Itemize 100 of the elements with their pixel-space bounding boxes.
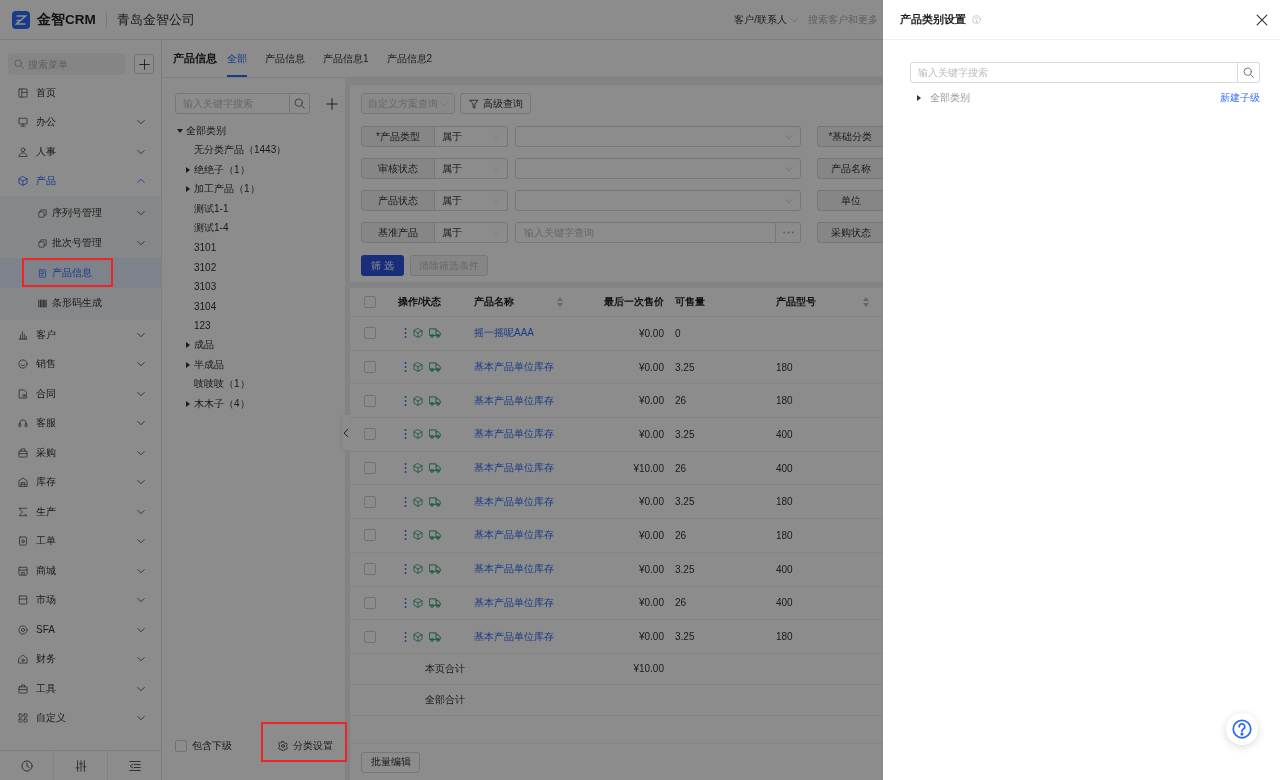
tree-node[interactable]: 木木子（4） <box>185 396 250 411</box>
sidebar-item[interactable]: 销售 <box>0 349 161 379</box>
close-button[interactable] <box>1255 12 1269 27</box>
sidebar-item[interactable]: 工具 <box>0 674 161 704</box>
tab[interactable]: 产品信息2 <box>386 40 433 77</box>
sidebar-item[interactable]: 库存 <box>0 467 161 497</box>
truck-icon[interactable] <box>429 395 441 406</box>
more-vertical-icon[interactable] <box>404 463 407 474</box>
product-link[interactable]: 基本产品单位库存 <box>474 529 554 541</box>
checkbox[interactable] <box>364 630 376 643</box>
search-button[interactable] <box>1238 62 1260 83</box>
more-vertical-icon[interactable] <box>404 564 407 575</box>
category-settings-button[interactable]: 分类设置 <box>274 735 337 757</box>
caret-down-icon[interactable] <box>177 127 183 134</box>
more-vertical-icon[interactable] <box>404 328 407 339</box>
indent-icon[interactable] <box>128 759 141 772</box>
sidebar-item[interactable]: 商城 <box>0 556 161 586</box>
cube-icon[interactable] <box>413 463 423 474</box>
cube-icon[interactable] <box>413 429 423 440</box>
caret-right-icon[interactable] <box>185 361 191 368</box>
cube-icon[interactable] <box>413 395 423 406</box>
tree-node[interactable]: 全部类别 <box>177 123 226 138</box>
truck-icon[interactable] <box>429 530 441 541</box>
sidebar-item[interactable]: 办公 <box>0 107 161 137</box>
checkbox[interactable] <box>175 740 187 752</box>
batch-edit-button[interactable]: 批量编辑 <box>361 751 420 773</box>
operator-select[interactable]: 属于 <box>435 126 508 147</box>
add-button[interactable] <box>134 54 154 74</box>
caret-right-icon[interactable] <box>185 166 191 173</box>
more-vertical-icon[interactable] <box>404 597 407 608</box>
cube-icon[interactable] <box>413 530 423 541</box>
cube-icon[interactable] <box>413 564 423 575</box>
truck-icon[interactable] <box>429 564 441 575</box>
tree-node[interactable]: 成品 <box>185 338 214 353</box>
operator-select[interactable]: 属于 <box>435 222 508 243</box>
sidebar-item[interactable]: 采购 <box>0 438 161 468</box>
search-button[interactable] <box>290 93 310 114</box>
product-link[interactable]: 基本产品单位库存 <box>474 361 554 373</box>
tree-node[interactable]: 3104 <box>194 300 217 312</box>
checkbox[interactable] <box>364 394 376 407</box>
checkbox[interactable] <box>364 327 376 340</box>
tab[interactable]: 产品信息1 <box>323 40 369 77</box>
checkbox[interactable] <box>364 361 376 374</box>
add-child-link[interactable]: 新建子级 <box>1220 91 1260 105</box>
tree-node[interactable]: 123 <box>194 320 211 332</box>
sidebar-item[interactable]: 生产 <box>0 497 161 527</box>
column-header[interactable]: 操作/状态 <box>398 295 441 309</box>
product-link[interactable]: 基本产品单位库存 <box>474 428 554 440</box>
product-link[interactable]: 基本产品单位库存 <box>474 630 554 642</box>
truck-icon[interactable] <box>429 496 441 507</box>
help-button[interactable] <box>1226 713 1258 745</box>
sidebar-item[interactable]: 序列号管理 <box>0 198 161 228</box>
filter-button[interactable]: 筛 选 <box>361 255 404 276</box>
more-vertical-icon[interactable] <box>404 362 407 373</box>
sidebar-item[interactable]: 客服 <box>0 408 161 438</box>
sidebar-item[interactable]: 首页 <box>0 78 161 108</box>
sidebar-item[interactable]: 市场 <box>0 585 161 615</box>
caret-right-icon[interactable] <box>185 186 191 193</box>
truck-icon[interactable] <box>429 429 441 440</box>
checkbox[interactable] <box>364 462 376 475</box>
sidebar-item[interactable]: SFA <box>0 615 161 645</box>
column-header[interactable]: 最后一次售价 <box>604 295 664 309</box>
sliders-icon[interactable] <box>74 759 87 772</box>
tree-node[interactable]: 无分类产品（1443） <box>194 143 287 158</box>
truck-icon[interactable] <box>429 597 441 608</box>
more-vertical-icon[interactable] <box>404 631 407 642</box>
caret-right-icon[interactable] <box>185 342 191 349</box>
product-link[interactable]: 基本产品单位库存 <box>474 394 554 406</box>
more-button[interactable] <box>776 222 801 243</box>
sidebar-item[interactable]: 人事 <box>0 137 161 167</box>
sidebar-item[interactable]: 产品信息 <box>0 258 161 288</box>
caret-right-icon[interactable] <box>185 400 191 407</box>
more-vertical-icon[interactable] <box>404 530 407 541</box>
sidebar-item[interactable]: 产品 <box>0 166 161 196</box>
cube-icon[interactable] <box>413 631 423 642</box>
product-link[interactable]: 基本产品单位库存 <box>474 495 554 507</box>
operator-select[interactable]: 属于 <box>435 158 508 179</box>
more-vertical-icon[interactable] <box>404 429 407 440</box>
tab[interactable]: 产品信息 <box>265 40 305 77</box>
sidebar-item[interactable]: 客户 <box>0 320 161 350</box>
truck-icon[interactable] <box>429 328 441 339</box>
tree-node[interactable]: 加工产品（1） <box>185 182 260 197</box>
caret-right-icon[interactable] <box>916 95 922 101</box>
tree-node[interactable]: 吱吱吱（1） <box>194 377 250 392</box>
sidebar-item[interactable]: 工单 <box>0 526 161 556</box>
plus-icon[interactable] <box>326 97 338 110</box>
sidebar-item[interactable]: 批次号管理 <box>0 228 161 258</box>
help-icon[interactable] <box>972 15 981 24</box>
cube-icon[interactable] <box>413 328 423 339</box>
sort-icon[interactable] <box>557 297 563 307</box>
product-link[interactable]: 摇一摇呢AAA <box>474 327 534 339</box>
sort-icon[interactable] <box>863 297 869 307</box>
checkbox[interactable] <box>364 596 376 609</box>
tree-node[interactable]: 全部类别 <box>916 91 970 105</box>
checkbox[interactable] <box>364 296 376 308</box>
column-header[interactable]: 可售量 <box>675 295 705 309</box>
checkbox[interactable] <box>364 428 376 441</box>
more-vertical-icon[interactable] <box>404 395 407 406</box>
column-header[interactable]: 产品型号 <box>776 295 816 309</box>
column-header[interactable]: 产品名称 <box>474 295 514 309</box>
